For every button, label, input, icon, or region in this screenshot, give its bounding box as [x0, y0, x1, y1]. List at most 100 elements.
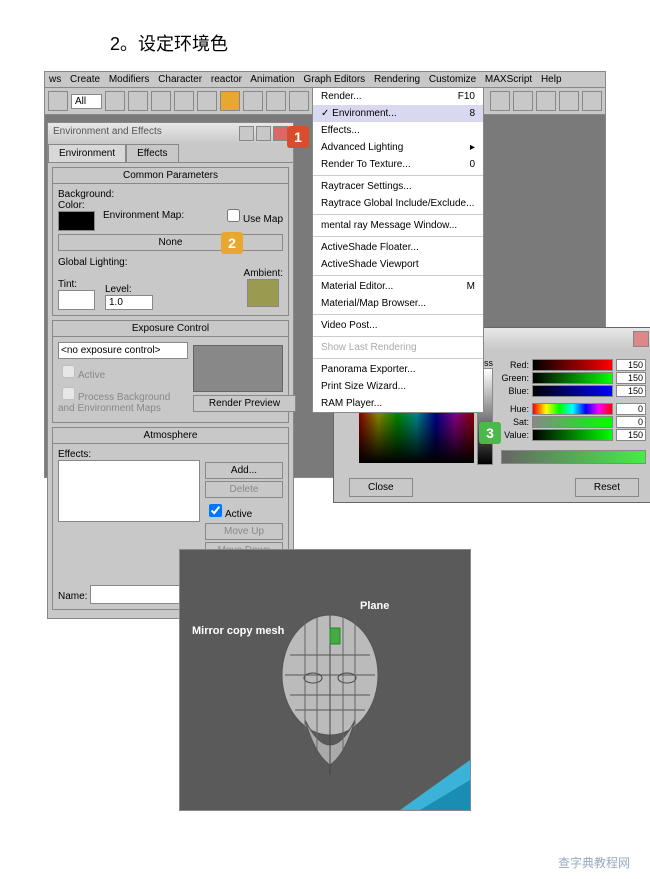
- corner-ribbon: [390, 750, 470, 810]
- menu-item[interactable]: Material/Map Browser...: [313, 295, 483, 312]
- name-label: Name:: [58, 591, 87, 602]
- toolbar-btn[interactable]: [174, 91, 194, 111]
- menu-help[interactable]: Help: [541, 74, 562, 85]
- menu-item[interactable]: Effects...: [313, 122, 483, 139]
- menu-item[interactable]: mental ray Message Window...: [313, 217, 483, 234]
- cs-close-button[interactable]: [633, 331, 649, 347]
- step-marker-3: 3: [479, 422, 501, 444]
- add-button[interactable]: Add...: [205, 462, 283, 479]
- channel-slider[interactable]: [532, 359, 613, 371]
- menu-item[interactable]: RAM Player...: [313, 395, 483, 412]
- envmap-label: Environment Map:: [103, 210, 215, 221]
- menu-item[interactable]: Render To Texture...0: [313, 156, 483, 173]
- global-lighting-label: Global Lighting:: [58, 257, 283, 268]
- channel-label: Sat:: [501, 417, 529, 427]
- menu-item[interactable]: Render...F10: [313, 88, 483, 105]
- cs-reset-btn[interactable]: Reset: [575, 478, 639, 497]
- menu-item[interactable]: ✓ Environment...8: [313, 105, 483, 122]
- toolbar-btn[interactable]: [197, 91, 217, 111]
- toolbar-btn[interactable]: [513, 91, 533, 111]
- menu-customize[interactable]: Customize: [429, 74, 476, 85]
- menu-item[interactable]: Advanced Lighting▸: [313, 139, 483, 156]
- toolbar-btn[interactable]: [151, 91, 171, 111]
- toolbar-btn[interactable]: [490, 91, 510, 111]
- channel-value[interactable]: 150: [616, 359, 646, 371]
- menu-item[interactable]: ActiveShade Floater...: [313, 239, 483, 256]
- toolbar-btn[interactable]: [243, 91, 263, 111]
- tab-effects[interactable]: Effects: [126, 144, 178, 162]
- envmap-button[interactable]: None: [58, 234, 283, 251]
- app-window: ws Create Modifiers Character reactor An…: [44, 71, 606, 478]
- toolbar-btn[interactable]: [48, 91, 68, 111]
- preview-box: [193, 345, 283, 392]
- menu-item[interactable]: Print Size Wizard...: [313, 378, 483, 395]
- channel-value[interactable]: 0: [616, 403, 646, 415]
- usemap-checkbox[interactable]: [227, 209, 240, 222]
- channel-value[interactable]: 150: [616, 429, 646, 441]
- result-swatch: [501, 450, 646, 464]
- ambient-swatch[interactable]: [247, 279, 279, 307]
- background-label: Background:: [58, 189, 283, 200]
- level-field[interactable]: 1.0: [105, 295, 153, 310]
- channel-slider[interactable]: [532, 385, 613, 397]
- channel-slider[interactable]: [532, 372, 613, 384]
- channel-label: Value:: [501, 430, 529, 440]
- menu-reactor[interactable]: reactor: [211, 74, 242, 85]
- atmos-active-checkbox[interactable]: [209, 504, 222, 517]
- channel-label: Red:: [501, 360, 529, 370]
- mirror-label: Mirror copy mesh: [192, 625, 284, 637]
- menu-item[interactable]: Video Post...: [313, 317, 483, 334]
- channel-slider[interactable]: [532, 429, 613, 441]
- menu-character[interactable]: Character: [158, 74, 202, 85]
- step-marker-2: 2: [221, 232, 243, 254]
- toolbar-btn[interactable]: [582, 91, 602, 111]
- menu-animation[interactable]: Animation: [250, 74, 294, 85]
- bg-color-swatch[interactable]: [58, 211, 95, 231]
- color-label: Color:: [58, 200, 95, 211]
- usemap-label: Use Map: [243, 214, 283, 225]
- channel-value[interactable]: 150: [616, 385, 646, 397]
- channel-slider[interactable]: [532, 416, 613, 428]
- toolbar-btn[interactable]: [289, 91, 309, 111]
- toolbar-btn[interactable]: [105, 91, 125, 111]
- toolbar-btn[interactable]: [128, 91, 148, 111]
- atmos-active-label: Active: [225, 509, 252, 520]
- effects-listbox[interactable]: [58, 460, 200, 522]
- toolbar-btn[interactable]: [266, 91, 286, 111]
- exposure-select[interactable]: <no exposure control>: [58, 342, 188, 359]
- channel-label: Hue:: [501, 404, 529, 414]
- menu-maxscript[interactable]: MAXScript: [485, 74, 532, 85]
- toolbar-btn[interactable]: [559, 91, 579, 111]
- menu-create[interactable]: Create: [70, 74, 100, 85]
- tab-environment[interactable]: Environment: [48, 144, 126, 162]
- level-label: Level:: [105, 284, 153, 295]
- cs-close-btn[interactable]: Close: [349, 478, 413, 497]
- common-params-header: Common Parameters: [53, 168, 288, 184]
- minimize-button[interactable]: [239, 126, 254, 141]
- channel-value[interactable]: 0: [616, 416, 646, 428]
- process-checkbox: [62, 387, 75, 400]
- close-button[interactable]: [273, 126, 288, 141]
- channel-label: Green:: [501, 373, 529, 383]
- ambient-label: Ambient:: [244, 268, 283, 279]
- menu-rendering[interactable]: Rendering: [374, 74, 420, 85]
- toolbar-btn[interactable]: [536, 91, 556, 111]
- menu-item[interactable]: Raytracer Settings...: [313, 178, 483, 195]
- menu-item[interactable]: ActiveShade Viewport: [313, 256, 483, 273]
- menu-grapheditors[interactable]: Graph Editors: [303, 74, 365, 85]
- channel-value[interactable]: 150: [616, 372, 646, 384]
- channel-label: Blue:: [501, 386, 529, 396]
- channel-slider[interactable]: [532, 403, 613, 415]
- tint-swatch[interactable]: [58, 290, 95, 310]
- menu-item[interactable]: Panorama Exporter...: [313, 361, 483, 378]
- menu-ws[interactable]: ws: [49, 74, 61, 85]
- render-preview-button[interactable]: Render Preview: [193, 395, 296, 412]
- toolbar-btn[interactable]: [220, 91, 240, 111]
- menu-modifiers[interactable]: Modifiers: [109, 74, 150, 85]
- maximize-button[interactable]: [256, 126, 271, 141]
- step2-heading: 2。设定环境色: [110, 30, 610, 56]
- menu-item[interactable]: Raytrace Global Include/Exclude...: [313, 195, 483, 212]
- effects-label: Effects:: [58, 449, 283, 460]
- selection-filter[interactable]: All: [71, 94, 102, 109]
- menu-item[interactable]: Material Editor...M: [313, 278, 483, 295]
